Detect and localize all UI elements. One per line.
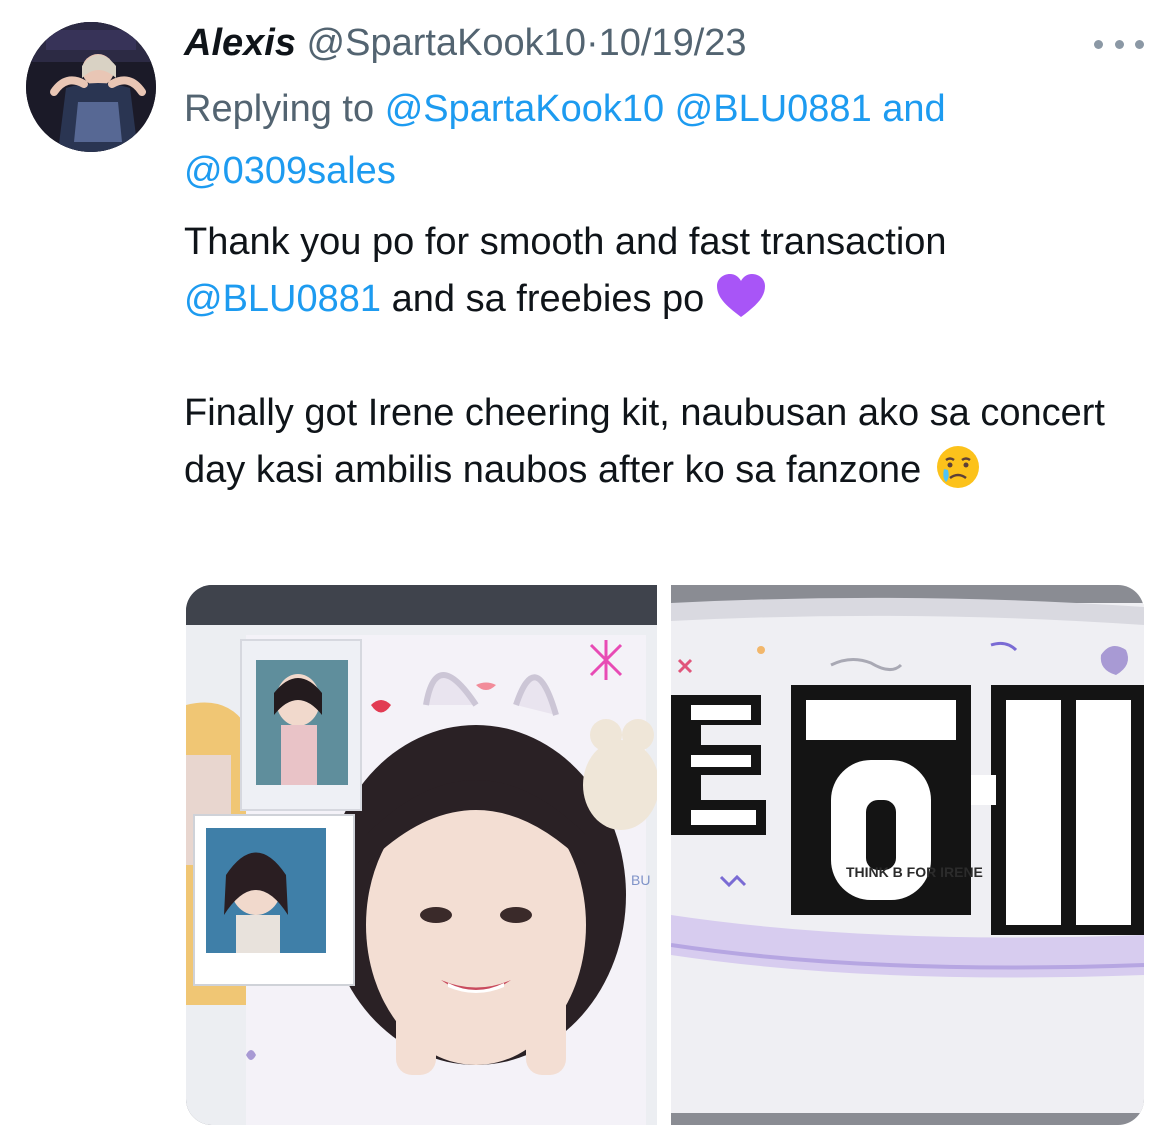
tweet-header: Alexis @SpartaKook10·10/19/23 [184,20,747,66]
replying-to: Replying to @SpartaKook10 @BLU0881 and @… [184,78,1144,202]
photo-slogan-banner[interactable]: THINK B FOR IRENE [671,585,1144,1125]
reply-mention-0309sales[interactable]: @0309sales [184,150,396,192]
reply-and[interactable]: and [882,88,945,130]
reply-mention-blu0881[interactable]: @BLU0881 [675,88,872,130]
author-name[interactable]: Alexis [184,22,296,64]
tweet-line-2-text: and sa freebies po [391,278,705,320]
more-dot [1114,39,1124,49]
avatar[interactable] [26,22,156,152]
tweet-text: Thank you po for smooth and fast transac… [184,214,1144,499]
more-dot [1094,39,1103,49]
replying-prefix: Replying to [184,88,375,130]
more-dot [1135,39,1144,49]
tweet-date[interactable]: 10/19/23 [599,22,747,64]
tweet-paragraph-2: Finally got Irene cheering kit, naubusan… [184,385,1144,499]
tweet-line-1: Thank you po for smooth and fast transac… [184,221,947,263]
tweet[interactable]: Alexis @SpartaKook10·10/19/23 Replying t… [0,0,1170,1143]
photo-slogan-cheering-kit[interactable]: BU [186,585,657,1125]
more-options-icon[interactable] [1094,24,1144,64]
banner-caption: THINK B FOR IRENE [846,864,983,880]
body-mention-blu0881[interactable]: @BLU0881 [184,278,381,320]
media-grid: BU THINK B FOR IRENE [186,585,1144,1125]
purple-heart-icon [716,274,765,317]
separator: · [585,22,599,64]
banner-fragment: BU [631,872,650,888]
reply-mention-spartakook10[interactable]: @SpartaKook10 [385,88,664,130]
crying-face-icon [936,446,979,488]
tweet-line-2: @BLU0881 and sa freebies po [184,271,1144,328]
author-handle[interactable]: @SpartaKook10 [307,22,586,64]
